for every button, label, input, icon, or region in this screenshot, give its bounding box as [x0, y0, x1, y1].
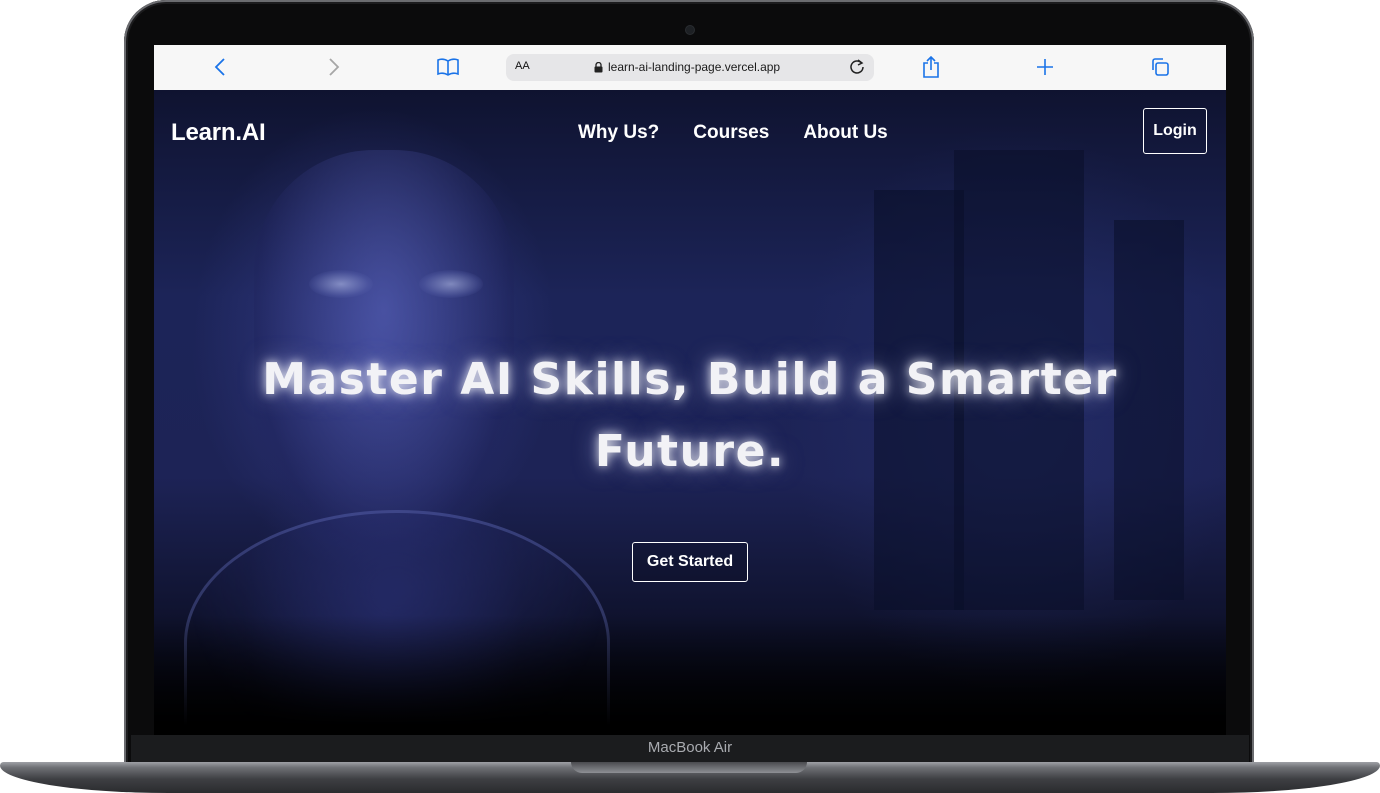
hero-title: Master AI Skills, Build a Smarter Future… [262, 354, 1118, 477]
new-tab-icon[interactable] [1030, 54, 1060, 80]
forward-icon[interactable] [319, 54, 349, 80]
laptop-mockup: AA learn-ai-landing-page.vercel.app Lear… [0, 0, 1380, 793]
text-size-button[interactable]: AA [515, 60, 530, 72]
robot-eye [419, 270, 483, 298]
back-icon[interactable] [205, 54, 235, 80]
nav-link-why-us[interactable]: Why Us? [578, 122, 659, 144]
lock-icon [594, 61, 603, 72]
site-logo[interactable]: Learn.AI [171, 119, 266, 147]
reload-icon[interactable] [848, 58, 866, 80]
site-navbar: Learn.AI Why Us? Courses About Us Login [154, 90, 1226, 175]
nav-link-about-us[interactable]: About Us [803, 122, 887, 144]
share-icon[interactable] [916, 54, 946, 80]
address-bar[interactable]: AA learn-ai-landing-page.vercel.app [506, 54, 874, 81]
screen-bottom-bezel: MacBook Air [131, 735, 1249, 763]
get-started-button[interactable]: Get Started [632, 542, 748, 582]
nav-link-courses[interactable]: Courses [693, 122, 769, 144]
hero-fade [154, 615, 1226, 735]
tabs-overview-icon[interactable] [1145, 54, 1175, 80]
device-label: MacBook Air [647, 739, 733, 756]
bookmarks-icon[interactable] [433, 54, 463, 80]
url-text: learn-ai-landing-page.vercel.app [608, 60, 781, 74]
url-display[interactable]: learn-ai-landing-page.vercel.app [594, 60, 780, 74]
webcam [686, 26, 694, 34]
trackpad-notch [571, 762, 807, 773]
robot-eye [309, 270, 373, 298]
browser-toolbar: AA learn-ai-landing-page.vercel.app [154, 45, 1226, 91]
login-button[interactable]: Login [1143, 108, 1207, 154]
landing-page: Learn.AI Why Us? Courses About Us Login … [154, 90, 1226, 735]
laptop-screen: AA learn-ai-landing-page.vercel.app Lear… [154, 45, 1226, 735]
nav-links: Why Us? Courses About Us [578, 122, 888, 144]
